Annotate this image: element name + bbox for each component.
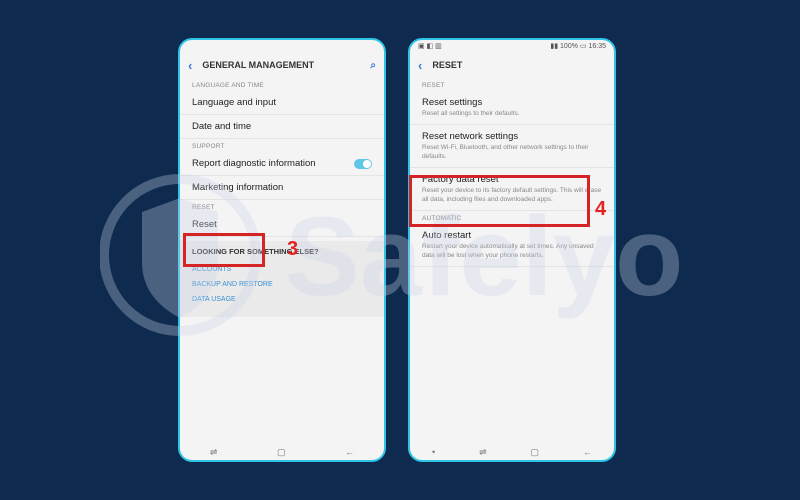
home-icon[interactable]: ▢ [531, 447, 540, 458]
status-bar [180, 40, 384, 52]
step-number-3: 3 [287, 238, 299, 260]
recents-icon[interactable]: ⇌ [479, 447, 487, 458]
section-header-reset: RESET [422, 82, 445, 89]
section-header-language: LANGUAGE AND TIME [192, 82, 264, 89]
section-header-support: SUPPORT [192, 143, 225, 150]
diagnostic-toggle[interactable] [354, 158, 372, 169]
back-arrow-icon[interactable]: ‹ [418, 58, 422, 73]
date-and-time-item[interactable]: Date and time [180, 115, 384, 139]
status-bar: ▣ ◧ ▥ ▮▮ 100% ▭ 16:35 [410, 40, 614, 52]
dot-icon: • [431, 447, 436, 457]
language-and-input-item[interactable]: Language and input [180, 91, 384, 115]
app-bar: ‹ RESET [410, 52, 614, 78]
reset-settings-item[interactable]: Reset settings Reset all settings to the… [410, 91, 614, 126]
back-arrow-icon[interactable]: ‹ [188, 58, 192, 73]
marketing-information-item[interactable]: Marketing information [180, 176, 384, 200]
section-header-reset: RESET [192, 204, 215, 211]
signal-icon: ▮▮ [550, 43, 559, 50]
battery-icon: ▭ [579, 43, 587, 50]
home-icon[interactable]: ▢ [277, 447, 286, 458]
reset-highlight-box [183, 233, 265, 267]
auto-restart-item[interactable]: Auto restart Restart your device automat… [410, 224, 614, 268]
right-phone-screen: ▣ ◧ ▥ ▮▮ 100% ▭ 16:35 ‹ RESET RESET Rese… [408, 38, 616, 462]
back-nav-icon[interactable]: ← [583, 447, 592, 457]
recents-icon[interactable]: ⇌ [210, 447, 218, 458]
factory-reset-highlight-box [409, 175, 590, 227]
page-title: GENERAL MANAGEMENT [202, 60, 315, 70]
backup-and-restore-link[interactable]: BACKUP AND RESTORE [192, 277, 372, 292]
clock: 16:35 [588, 43, 606, 50]
report-diagnostic-item[interactable]: Report diagnostic information [180, 152, 384, 176]
reset-network-settings-item[interactable]: Reset network settings Reset Wi-Fi, Blue… [410, 125, 614, 169]
step-number-4: 4 [595, 198, 607, 220]
battery-percent: 100% [560, 43, 578, 50]
data-usage-link[interactable]: DATA USAGE [192, 292, 372, 307]
page-title: RESET [432, 60, 463, 70]
notification-icons: ▣ ◧ ▥ [418, 43, 442, 50]
search-icon[interactable]: ⌕ [370, 60, 376, 71]
nav-bar: ⇌ ▢ ← [180, 444, 384, 460]
nav-bar: • ⇌ ▢ ← [410, 444, 614, 460]
app-bar: ‹ GENERAL MANAGEMENT ⌕ [180, 52, 384, 78]
back-nav-icon[interactable]: ← [345, 447, 354, 457]
